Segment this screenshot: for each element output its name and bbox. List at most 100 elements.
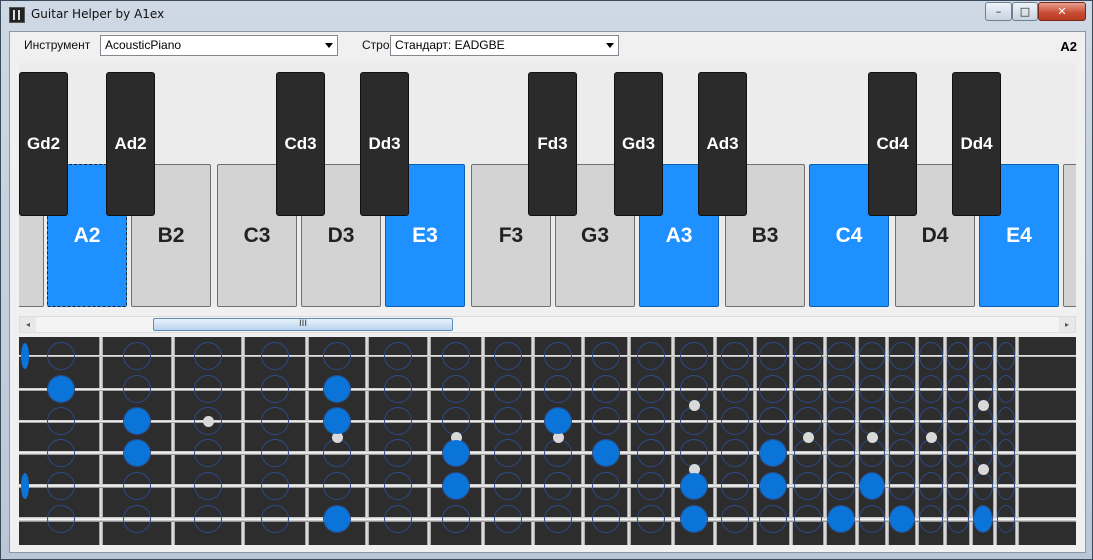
fret-position[interactable]: [123, 375, 151, 403]
fret-position[interactable]: [947, 505, 969, 533]
fret-position[interactable]: [123, 342, 151, 370]
fret-position[interactable]: [637, 439, 665, 467]
note-marker[interactable]: [124, 440, 150, 466]
fret-position[interactable]: [827, 472, 855, 500]
fret-position[interactable]: [919, 342, 943, 370]
keyboard-scrollbar[interactable]: ◂ III ▸: [19, 316, 1076, 333]
fret-position[interactable]: [827, 407, 855, 435]
fret-position[interactable]: [680, 375, 708, 403]
fret-position[interactable]: [47, 407, 75, 435]
fret-position[interactable]: [721, 505, 749, 533]
note-marker[interactable]: [324, 506, 350, 532]
fret-position[interactable]: [494, 375, 522, 403]
fret-position[interactable]: [194, 472, 222, 500]
fret-position[interactable]: [494, 342, 522, 370]
fret-position[interactable]: [637, 375, 665, 403]
fret-position[interactable]: [592, 407, 620, 435]
fret-position[interactable]: [442, 342, 470, 370]
fret-position[interactable]: [123, 472, 151, 500]
fret-position[interactable]: [947, 407, 969, 435]
fret-position[interactable]: [973, 472, 993, 500]
fret-position[interactable]: [759, 375, 787, 403]
maximize-button[interactable]: □: [1012, 2, 1038, 21]
fret-position[interactable]: [794, 439, 822, 467]
fret-position[interactable]: [889, 375, 915, 403]
fret-position[interactable]: [384, 342, 412, 370]
fret-position[interactable]: [442, 505, 470, 533]
fret-position[interactable]: [442, 407, 470, 435]
scrollbar-thumb[interactable]: III: [153, 318, 453, 331]
fret-position[interactable]: [721, 375, 749, 403]
fret-position[interactable]: [384, 407, 412, 435]
fret-position[interactable]: [544, 472, 572, 500]
fret-position[interactable]: [592, 375, 620, 403]
fret-position[interactable]: [889, 407, 915, 435]
piano-key-Fd3[interactable]: Fd3: [528, 72, 577, 216]
note-marker[interactable]: [324, 408, 350, 434]
note-marker[interactable]: [324, 376, 350, 402]
fret-position[interactable]: [194, 342, 222, 370]
fret-position[interactable]: [859, 505, 885, 533]
fret-position[interactable]: [721, 439, 749, 467]
fret-position[interactable]: [47, 439, 75, 467]
piano-key-Cd4[interactable]: Cd4: [868, 72, 917, 216]
note-marker[interactable]: [760, 440, 786, 466]
fret-position[interactable]: [261, 472, 289, 500]
fret-position[interactable]: [680, 342, 708, 370]
fret-position[interactable]: [544, 505, 572, 533]
fret-position[interactable]: [919, 505, 943, 533]
piano-key-Dd3[interactable]: Dd3: [360, 72, 409, 216]
fret-position[interactable]: [494, 407, 522, 435]
scroll-left-icon[interactable]: ◂: [20, 317, 36, 332]
fret-position[interactable]: [721, 407, 749, 435]
fret-position[interactable]: [194, 439, 222, 467]
title-bar[interactable]: Guitar Helper by A1ex – □ ✕: [1, 1, 1092, 29]
fret-position[interactable]: [859, 439, 885, 467]
fret-position[interactable]: [794, 505, 822, 533]
tuning-select[interactable]: Стандарт: EADGBE: [390, 35, 619, 56]
fret-position[interactable]: [592, 472, 620, 500]
fret-position[interactable]: [637, 472, 665, 500]
fret-position[interactable]: [637, 505, 665, 533]
fret-position[interactable]: [47, 505, 75, 533]
fret-position[interactable]: [973, 375, 993, 403]
fret-position[interactable]: [442, 375, 470, 403]
note-marker[interactable]: [443, 440, 469, 466]
fret-position[interactable]: [947, 472, 969, 500]
fret-position[interactable]: [384, 472, 412, 500]
fret-position[interactable]: [827, 342, 855, 370]
fret-position[interactable]: [721, 342, 749, 370]
fret-position[interactable]: [759, 505, 787, 533]
scroll-right-icon[interactable]: ▸: [1059, 317, 1075, 332]
fret-position[interactable]: [794, 407, 822, 435]
fret-position[interactable]: [997, 342, 1015, 370]
fret-position[interactable]: [637, 342, 665, 370]
fret-position[interactable]: [889, 472, 915, 500]
fret-position[interactable]: [919, 407, 943, 435]
fret-position[interactable]: [973, 407, 993, 435]
fret-position[interactable]: [889, 439, 915, 467]
piano-key-Gd2[interactable]: Gd2: [19, 72, 68, 216]
fret-position[interactable]: [544, 439, 572, 467]
instrument-select[interactable]: AcousticPiano: [100, 35, 338, 56]
fret-position[interactable]: [384, 439, 412, 467]
fret-position[interactable]: [384, 375, 412, 403]
fret-position[interactable]: [947, 375, 969, 403]
fret-position[interactable]: [859, 375, 885, 403]
fret-position[interactable]: [973, 342, 993, 370]
fret-position[interactable]: [261, 407, 289, 435]
fret-position[interactable]: [592, 505, 620, 533]
fret-position[interactable]: [919, 439, 943, 467]
fret-position[interactable]: [997, 375, 1015, 403]
fret-position[interactable]: [544, 342, 572, 370]
fret-position[interactable]: [947, 342, 969, 370]
piano-key-Ad3[interactable]: Ad3: [698, 72, 747, 216]
fret-position[interactable]: [323, 342, 351, 370]
note-marker[interactable]: [21, 473, 29, 499]
note-marker[interactable]: [681, 473, 707, 499]
fret-position[interactable]: [494, 439, 522, 467]
fret-position[interactable]: [261, 439, 289, 467]
fret-position[interactable]: [794, 375, 822, 403]
note-marker[interactable]: [974, 506, 992, 532]
fret-position[interactable]: [794, 342, 822, 370]
